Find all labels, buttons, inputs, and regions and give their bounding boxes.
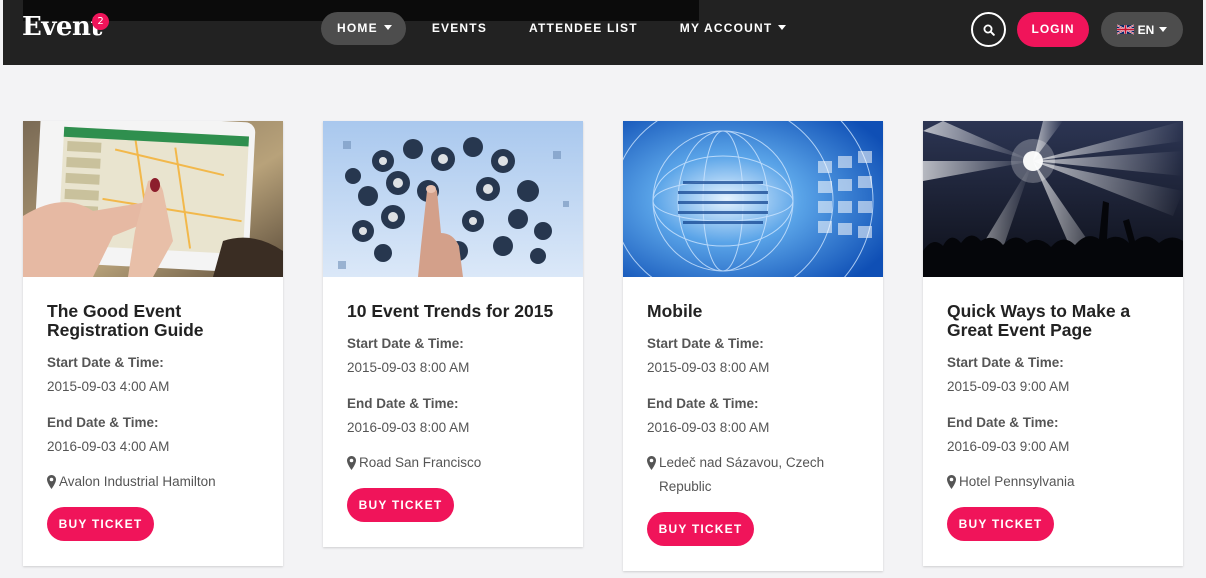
- site-header: Event 2 HOME EVENTS ATTENDEE LIST MY ACC…: [3, 0, 1203, 65]
- event-location: Ledeč nad Sázavou, Czech Republic: [647, 451, 859, 499]
- event-location: Road San Francisco: [347, 451, 559, 475]
- event-title[interactable]: 10 Event Trends for 2015: [347, 302, 559, 321]
- event-image[interactable]: [323, 121, 583, 277]
- start-date-label: Start Date & Time:: [347, 336, 464, 351]
- start-date-value: 2015-09-03 9:00 AM: [947, 379, 1070, 394]
- start-date-value: 2015-09-03 8:00 AM: [647, 360, 770, 375]
- buy-ticket-button[interactable]: BUY TICKET: [947, 507, 1054, 541]
- buy-ticket-button[interactable]: BUY TICKET: [347, 488, 454, 522]
- end-date-value: 2016-09-03 4:00 AM: [47, 439, 170, 454]
- logo-badge: 2: [92, 13, 109, 30]
- site-logo[interactable]: Event: [22, 12, 102, 42]
- end-date-value: 2016-09-03 8:00 AM: [647, 420, 770, 435]
- chevron-down-icon: [383, 25, 392, 30]
- event-title[interactable]: The Good Event Registration Guide: [47, 302, 259, 340]
- end-date-label: End Date & Time:: [947, 415, 1059, 430]
- map-marker-icon: [647, 456, 656, 470]
- uk-flag-icon: [1116, 24, 1134, 35]
- end-date-label: End Date & Time:: [347, 396, 459, 411]
- language-label: EN: [1137, 22, 1155, 37]
- event-location-text: Road San Francisco: [359, 455, 482, 470]
- buy-ticket-button[interactable]: BUY TICKET: [647, 512, 754, 546]
- event-image[interactable]: [923, 121, 1183, 277]
- event-card: Mobile Start Date & Time: 2015-09-03 8:0…: [623, 121, 883, 571]
- map-marker-icon: [347, 456, 356, 470]
- start-date-label: Start Date & Time:: [47, 355, 164, 370]
- event-location-text: Hotel Pennsylvania: [959, 474, 1075, 489]
- main-nav: HOME EVENTS ATTENDEE LIST MY ACCOUNT: [321, 12, 812, 45]
- search-icon: [983, 24, 995, 36]
- start-date-value: 2015-09-03 8:00 AM: [347, 360, 470, 375]
- map-marker-icon: [47, 475, 56, 489]
- nav-home-label: HOME: [337, 21, 378, 35]
- event-image[interactable]: [623, 121, 883, 277]
- map-marker-icon: [947, 475, 956, 489]
- chevron-down-icon: [778, 25, 787, 30]
- login-button[interactable]: LOGIN: [1017, 12, 1089, 47]
- nav-attendee-list-label: ATTENDEE LIST: [529, 21, 638, 35]
- start-date-label: Start Date & Time:: [647, 336, 764, 351]
- event-location: Hotel Pennsylvania: [947, 470, 1159, 494]
- chevron-down-icon: [1159, 27, 1168, 32]
- start-date-label: Start Date & Time:: [947, 355, 1064, 370]
- nav-my-account-label: MY ACCOUNT: [679, 21, 773, 35]
- event-location: Avalon Industrial Hamilton: [47, 470, 259, 494]
- nav-my-account[interactable]: MY ACCOUNT: [664, 12, 803, 45]
- end-date-label: End Date & Time:: [47, 415, 159, 430]
- event-image[interactable]: [23, 121, 283, 277]
- nav-home[interactable]: HOME: [321, 12, 406, 45]
- nav-attendee-list[interactable]: ATTENDEE LIST: [513, 12, 654, 45]
- event-title[interactable]: Quick Ways to Make a Great Event Page: [947, 302, 1159, 340]
- end-date-value: 2016-09-03 9:00 AM: [947, 439, 1070, 454]
- start-date-value: 2015-09-03 4:00 AM: [47, 379, 170, 394]
- event-card: 10 Event Trends for 2015 Start Date & Ti…: [323, 121, 583, 547]
- search-button[interactable]: [971, 12, 1006, 47]
- event-title[interactable]: Mobile: [647, 302, 859, 321]
- buy-ticket-button[interactable]: BUY TICKET: [47, 507, 154, 541]
- language-selector[interactable]: EN: [1101, 12, 1183, 47]
- event-card: Quick Ways to Make a Great Event Page St…: [923, 121, 1183, 566]
- end-date-label: End Date & Time:: [647, 396, 759, 411]
- event-card: The Good Event Registration Guide Start …: [23, 121, 283, 566]
- event-location-text: Avalon Industrial Hamilton: [59, 474, 216, 489]
- end-date-value: 2016-09-03 8:00 AM: [347, 420, 470, 435]
- nav-events[interactable]: EVENTS: [416, 12, 503, 45]
- event-location-text: Ledeč nad Sázavou, Czech Republic: [659, 455, 825, 494]
- nav-events-label: EVENTS: [431, 21, 488, 35]
